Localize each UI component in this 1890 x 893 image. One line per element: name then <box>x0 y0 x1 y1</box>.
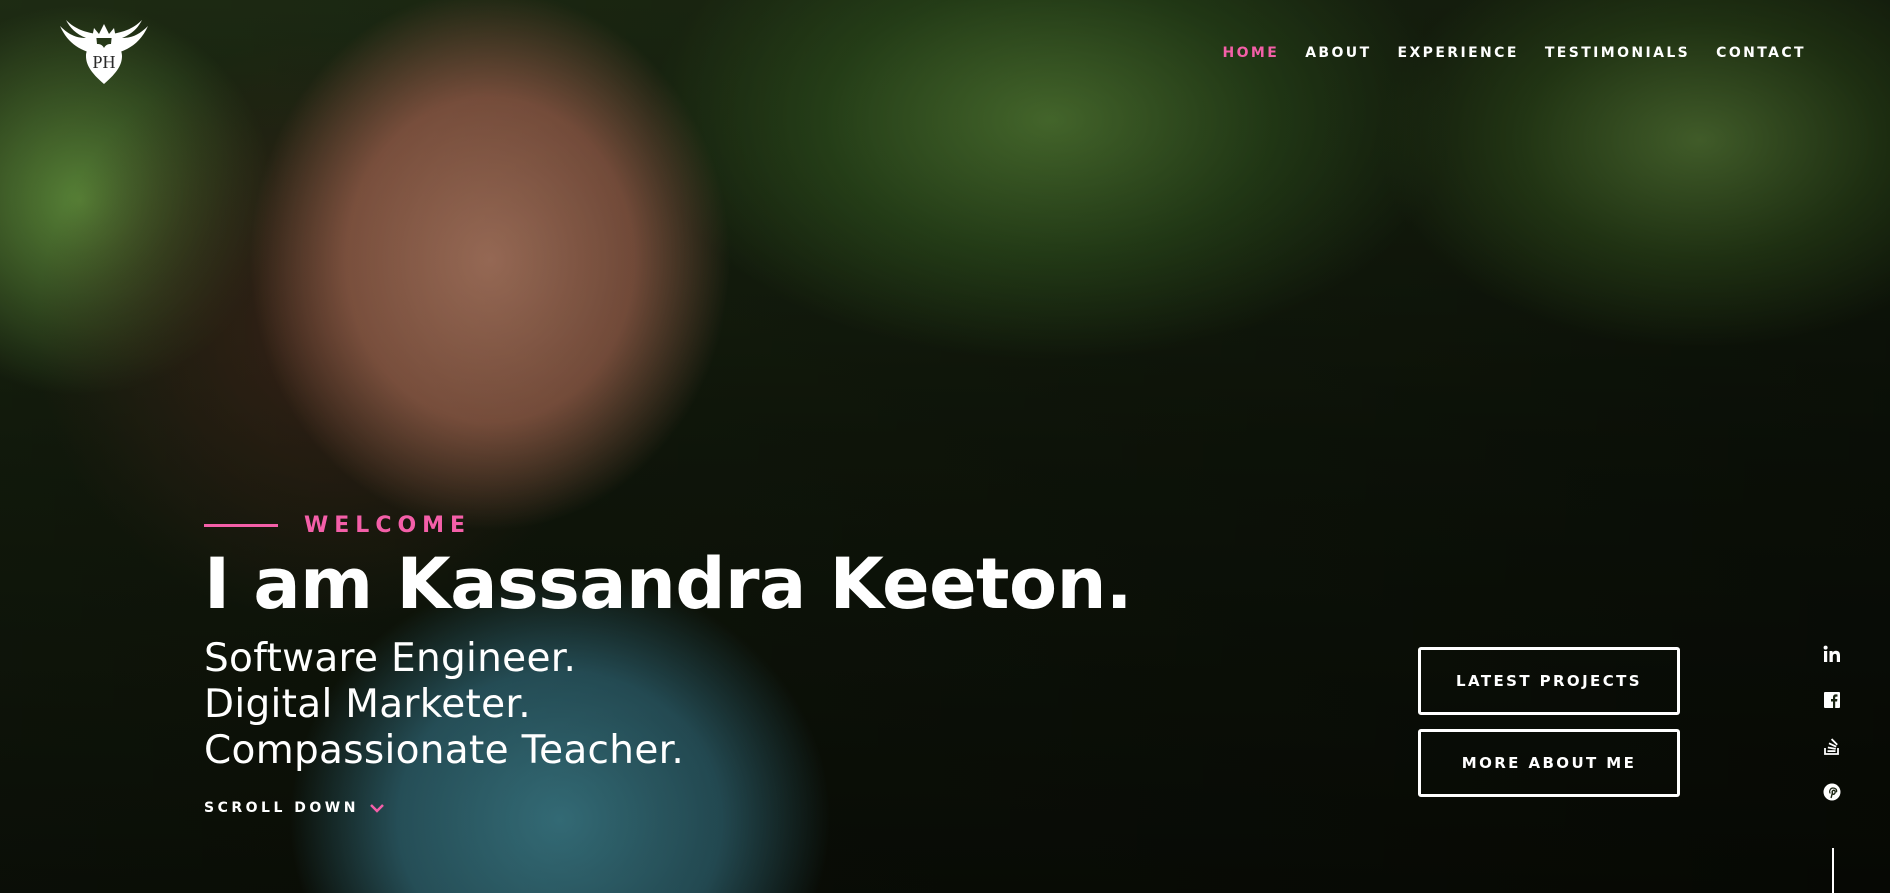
nav-experience[interactable]: EXPERIENCE <box>1398 46 1519 60</box>
main-nav: HOME ABOUT EXPERIENCE TESTIMONIALS CONTA… <box>1222 46 1806 60</box>
linkedin-icon[interactable] <box>1822 644 1842 664</box>
scroll-down-link[interactable]: SCROLL DOWN <box>204 800 1132 816</box>
svg-text:PH: PH <box>92 52 115 72</box>
nav-about[interactable]: ABOUT <box>1305 46 1371 60</box>
nav-home[interactable]: HOME <box>1222 46 1279 60</box>
role-item: Digital Marketer. <box>204 681 531 727</box>
nav-contact[interactable]: CONTACT <box>1716 46 1806 60</box>
latest-projects-button[interactable]: LATEST PROJECTS <box>1418 647 1680 715</box>
social-links <box>1822 644 1842 802</box>
facebook-icon[interactable] <box>1822 690 1842 710</box>
hero-intro: WELCOME I am Kassandra Keeton. Software … <box>204 513 1133 816</box>
role-item: Software Engineer. <box>204 635 577 681</box>
pinterest-icon[interactable] <box>1822 782 1842 802</box>
welcome-accent-line <box>204 524 278 527</box>
role-item: Compassionate Teacher. <box>204 727 685 773</box>
chevron-down-icon <box>370 803 384 813</box>
hero-buttons: LATEST PROJECTS MORE ABOUT ME <box>1418 647 1680 811</box>
social-divider-line <box>1832 848 1834 893</box>
welcome-label: WELCOME <box>304 513 472 538</box>
stackoverflow-icon[interactable] <box>1822 736 1842 756</box>
nav-testimonials[interactable]: TESTIMONIALS <box>1545 46 1690 60</box>
roles-list: Software Engineer. Digital Marketer. Com… <box>204 636 1132 774</box>
more-about-me-button[interactable]: MORE ABOUT ME <box>1418 729 1680 797</box>
site-logo[interactable]: PH <box>52 14 156 86</box>
welcome-row: WELCOME <box>204 513 1132 538</box>
hero-headline: I am Kassandra Keeton. <box>204 543 1133 625</box>
scroll-down-label: SCROLL DOWN <box>204 799 359 816</box>
winged-heart-logo-icon: PH <box>60 20 148 84</box>
